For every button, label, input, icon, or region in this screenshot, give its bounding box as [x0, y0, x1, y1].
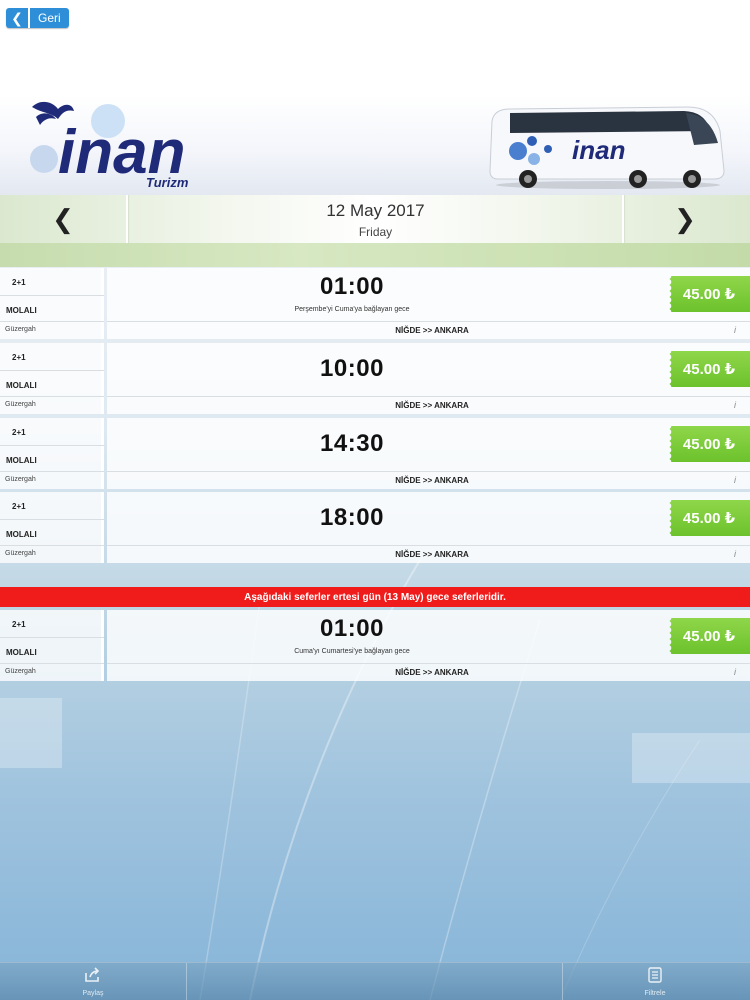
- trip-main: 01:00 Perşembe'yi Cuma'ya bağlayan gece …: [107, 268, 750, 339]
- next-day-notice: Aşağıdaki seferler ertesi gün (13 May) g…: [0, 587, 750, 607]
- departure-time: 14:30: [320, 430, 384, 457]
- trip-info-panel: 2+1 MOLALI Güzergah: [0, 343, 104, 414]
- trip-row[interactable]: 2+1 MOLALI Güzergah 14:30 NİĞDE >> ANKAR…: [0, 418, 750, 489]
- seat-config: 2+1: [12, 278, 26, 287]
- trip-info-panel: 2+1 MOLALI Güzergah: [0, 492, 104, 563]
- trip-main: 14:30 NİĞDE >> ANKARA i: [107, 418, 750, 489]
- date-text: 12 May 2017: [326, 201, 425, 220]
- price-ticket[interactable]: 45.00 ₺: [668, 351, 750, 387]
- logo-subtitle: Turizm: [146, 175, 189, 190]
- weekday-text: Friday: [358, 225, 393, 239]
- trip-row[interactable]: 2+1 MOLALI Güzergah 01:00 Cuma'yı Cumart…: [0, 610, 750, 681]
- next-day-button[interactable]: ❯: [670, 203, 700, 234]
- background-panel: [632, 733, 750, 783]
- share-button[interactable]: Paylaş: [63, 967, 123, 999]
- divider-strip: [0, 243, 750, 267]
- night-note: Cuma'yı Cumartesi'ye bağlayan gece: [294, 648, 410, 655]
- date-selector: ❮ 12 May 2017 Friday ❯: [0, 195, 750, 243]
- filter-button[interactable]: Filtrele: [625, 967, 685, 999]
- price-ticket[interactable]: 45.00 ₺: [668, 500, 750, 536]
- info-icon[interactable]: i: [734, 400, 736, 410]
- info-icon[interactable]: i: [734, 549, 736, 559]
- seat-config: 2+1: [12, 620, 26, 629]
- company-logo: inan Turizm: [30, 101, 189, 190]
- price-ticket[interactable]: 45.00 ₺: [668, 426, 750, 462]
- previous-day-button[interactable]: ❮: [48, 203, 78, 234]
- price-ticket[interactable]: 45.00 ₺: [668, 618, 750, 654]
- route-text: NİĞDE >> ANKARA: [395, 476, 469, 485]
- bus-wordmark: inan: [572, 135, 625, 165]
- back-button-label: Geri: [30, 8, 69, 28]
- trip-type: MOLALI: [6, 456, 37, 465]
- filter-icon: [648, 967, 662, 983]
- route-label: Güzergah: [5, 326, 36, 333]
- trip-type: MOLALI: [6, 381, 37, 390]
- info-icon[interactable]: i: [734, 475, 736, 485]
- trip-type: MOLALI: [6, 530, 37, 539]
- departure-time: 01:00: [320, 615, 384, 642]
- departure-time: 18:00: [320, 504, 384, 531]
- filter-label: Filtrele: [644, 990, 666, 997]
- seat-config: 2+1: [12, 428, 26, 437]
- info-icon[interactable]: i: [734, 325, 736, 335]
- info-icon[interactable]: i: [734, 667, 736, 677]
- chevron-left-icon: ❮: [52, 203, 74, 234]
- departure-time: 01:00: [320, 273, 384, 300]
- chevron-right-icon: ❯: [674, 203, 696, 234]
- trip-main: 10:00 NİĞDE >> ANKARA i: [107, 343, 750, 414]
- trip-info-panel: 2+1 MOLALI Güzergah: [0, 268, 104, 339]
- route-label: Güzergah: [5, 668, 36, 675]
- trip-type: MOLALI: [6, 306, 37, 315]
- route-label: Güzergah: [5, 476, 36, 483]
- trip-row[interactable]: 2+1 MOLALI Güzergah 10:00 NİĞDE >> ANKAR…: [0, 343, 750, 414]
- bus-image: inan: [489, 106, 725, 189]
- trip-main: 18:00 NİĞDE >> ANKARA i: [107, 492, 750, 563]
- departure-time: 10:00: [320, 355, 384, 382]
- price-ticket[interactable]: 45.00 ₺: [668, 276, 750, 312]
- back-button[interactable]: ❮ Geri: [6, 8, 69, 28]
- route-text: NİĞDE >> ANKARA: [395, 668, 469, 677]
- seat-config: 2+1: [12, 502, 26, 511]
- trip-info-panel: 2+1 MOLALI Güzergah: [0, 610, 104, 681]
- route-label: Güzergah: [5, 550, 36, 557]
- share-icon: [85, 967, 100, 982]
- route-label: Güzergah: [5, 401, 36, 408]
- trip-type: MOLALI: [6, 648, 37, 657]
- selected-date: 12 May 2017 Friday: [128, 201, 623, 239]
- night-note: Perşembe'yi Cuma'ya bağlayan gece: [294, 306, 410, 313]
- trip-row[interactable]: 2+1 MOLALI Güzergah 01:00 Perşembe'yi Cu…: [0, 268, 750, 339]
- chevron-left-icon: ❮: [6, 8, 30, 28]
- brand-header: inan Turizm inan: [0, 95, 750, 195]
- trip-info-panel: 2+1 MOLALI Güzergah: [0, 418, 104, 489]
- bottom-toolbar: Paylaş Filtrele: [0, 962, 750, 1000]
- trip-main: 01:00 Cuma'yı Cumartesi'ye bağlayan gece…: [107, 610, 750, 681]
- route-text: NİĞDE >> ANKARA: [395, 550, 469, 559]
- route-text: NİĞDE >> ANKARA: [395, 326, 469, 335]
- trip-row[interactable]: 2+1 MOLALI Güzergah 18:00 NİĞDE >> ANKAR…: [0, 492, 750, 563]
- background-panel: [0, 698, 62, 768]
- share-label: Paylaş: [82, 990, 104, 997]
- route-text: NİĞDE >> ANKARA: [395, 401, 469, 410]
- seat-config: 2+1: [12, 353, 26, 362]
